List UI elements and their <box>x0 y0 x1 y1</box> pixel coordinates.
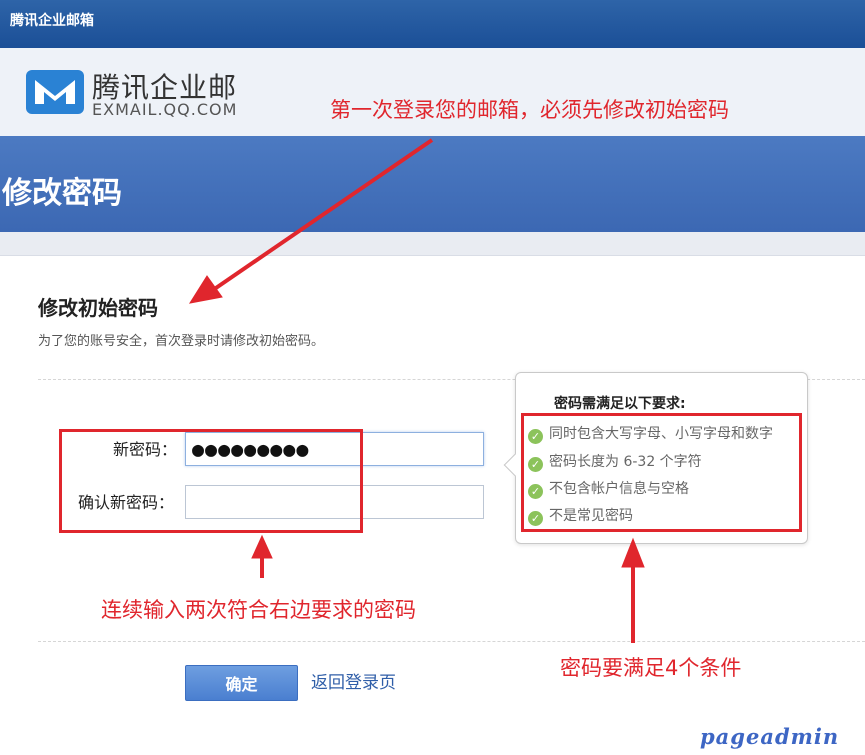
annotation-text-top: 第一次登录您的邮箱，必须先修改初始密码 <box>330 98 729 122</box>
submit-button[interactable]: 确定 <box>185 665 298 701</box>
annotation-box-requirements <box>521 413 802 532</box>
divider-bottom <box>38 641 865 642</box>
arrow-head-form-title <box>188 275 223 304</box>
banner-divider <box>0 232 865 256</box>
brand-name-en: EXMAIL.QQ.COM <box>92 100 238 119</box>
exmail-logo-icon <box>26 70 84 114</box>
arrow-head-inputs <box>251 534 273 559</box>
annotation-text-right: 密码要满足4个条件 <box>560 656 742 680</box>
form-description: 为了您的账号安全，首次登录时请修改初始密码。 <box>38 334 325 349</box>
watermark: pageadmin <box>700 724 840 749</box>
requirements-title: 密码需满足以下要求: <box>554 396 686 412</box>
window-title: 腾讯企业邮箱 <box>10 13 94 29</box>
page-banner: 修改密码 <box>0 136 865 232</box>
page-title: 修改密码 <box>2 176 122 211</box>
back-to-login-link[interactable]: 返回登录页 <box>311 668 396 693</box>
annotation-text-left: 连续输入两次符合右边要求的密码 <box>101 598 416 622</box>
annotation-box-inputs <box>59 429 363 533</box>
form-title: 修改初始密码 <box>38 296 158 320</box>
window-titlebar: 腾讯企业邮箱 <box>0 0 865 48</box>
